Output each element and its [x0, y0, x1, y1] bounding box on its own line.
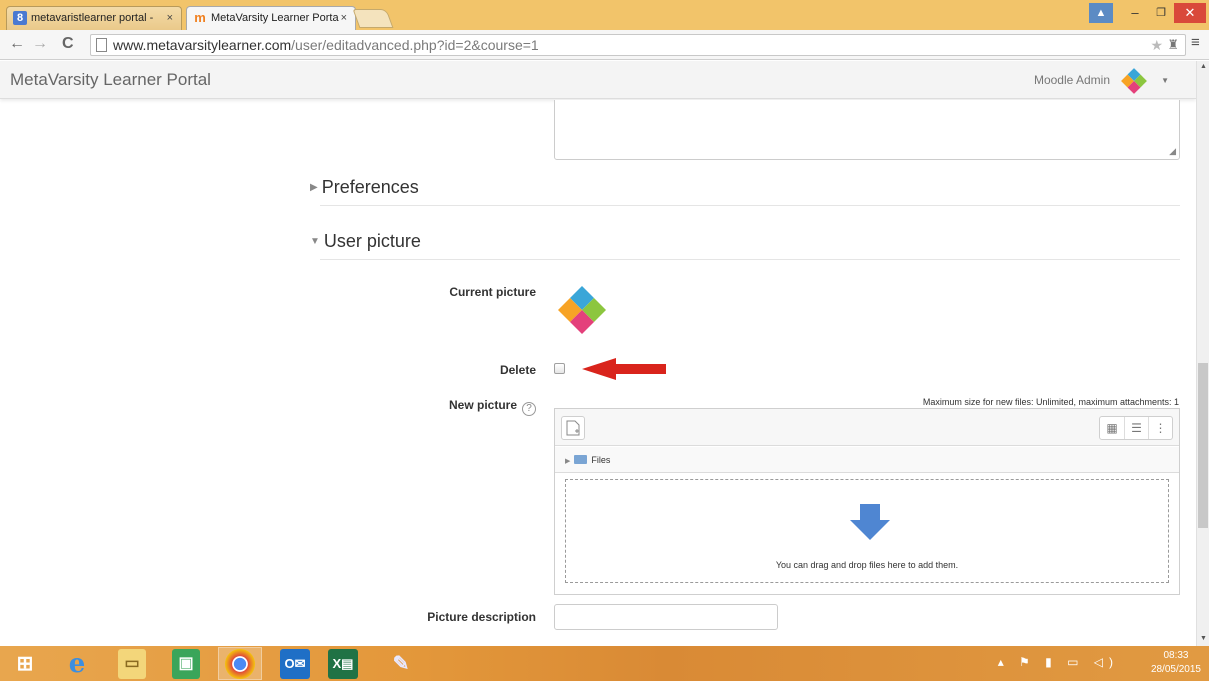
picture-description-label: Picture description — [427, 610, 536, 624]
windows-start-icon[interactable]: ⊞ — [10, 649, 40, 679]
user-avatar-icon[interactable] — [1120, 67, 1148, 95]
system-tray[interactable]: ▴ ⚑ ▮ ▭ ◁) — [998, 655, 1119, 669]
taskbar-clock[interactable]: 08:33 28/05/2015 — [1151, 649, 1201, 677]
current-picture-label: Current picture — [449, 285, 536, 299]
scroll-down-icon[interactable]: ▼ — [1200, 635, 1207, 642]
windows-taskbar: ⊞ e ▭ ▣ O✉ X▤ ✎ ▴ ⚑ ▮ ▭ ◁) 08:33 28/05/2… — [0, 646, 1209, 681]
extension-icon[interactable]: ♜ — [1167, 35, 1179, 55]
add-file-button[interactable] — [561, 416, 585, 440]
close-tab-icon[interactable]: × — [167, 7, 173, 29]
scrollbar-thumb[interactable] — [1198, 363, 1208, 528]
file-picker-toolbar: ▦ ☰ ⋮ — [555, 409, 1179, 446]
bookmark-star-icon[interactable]: ★ — [1150, 35, 1163, 55]
tab-metavarsity-portal[interactable]: m MetaVarsity Learner Porta × — [186, 6, 356, 30]
section-title: Preferences — [321, 177, 419, 197]
reload-icon[interactable]: C — [62, 35, 74, 53]
close-tab-icon[interactable]: × — [341, 7, 347, 29]
red-arrow-annotation — [582, 358, 666, 380]
outlook-icon[interactable]: O✉ — [280, 649, 310, 679]
page-scrollbar[interactable]: ▲ ▼ — [1196, 61, 1209, 646]
tab-label: MetaVarsity Learner Porta — [211, 12, 339, 24]
user-profile-icon[interactable]: ▲ — [1089, 3, 1113, 23]
new-picture-text: New picture — [448, 398, 517, 412]
list-view-icon[interactable]: ☰ — [1124, 417, 1148, 439]
delete-checkbox[interactable] — [554, 363, 565, 374]
browser-titlebar: 8 metavaristlearner portal - × m MetaVar… — [0, 0, 1209, 30]
store-icon[interactable]: ▣ — [172, 649, 200, 679]
chevron-right-icon: ▶ — [310, 182, 318, 193]
delete-label: Delete — [499, 363, 536, 377]
tree-view-icon[interactable]: ⋮ — [1148, 417, 1172, 439]
scroll-up-icon[interactable]: ▲ — [1200, 63, 1207, 70]
chevron-down-icon: ▼ — [310, 236, 320, 247]
section-user-picture[interactable]: ▼ User picture — [310, 231, 421, 252]
site-header: MetaVarsity Learner Portal Moodle Admin … — [0, 61, 1196, 99]
main-content: ◢ ▶ Preferences ▼ User picture Current pic… — [0, 100, 1196, 646]
chevron-down-icon[interactable]: ▼ — [1161, 76, 1169, 85]
file-picker-path[interactable]: ▶ Files — [555, 447, 1179, 473]
file-picker: ▦ ☰ ⋮ ▶ Files You can drag and drop files… — [554, 408, 1180, 595]
chevron-right-icon: ▶ — [565, 458, 571, 465]
clock-time: 08:33 — [1163, 650, 1189, 661]
chrome-icon[interactable] — [225, 649, 255, 679]
tab-metavaristlearner[interactable]: 8 metavaristlearner portal - × — [6, 6, 182, 30]
close-window-button[interactable]: ✕ — [1174, 3, 1206, 23]
internet-explorer-icon[interactable]: e — [62, 649, 92, 679]
address-bar[interactable]: www.metavarsitylearner.com/user/editadva… — [90, 34, 1186, 56]
paint-icon[interactable]: ✎ — [386, 649, 416, 679]
section-preferences[interactable]: ▶ Preferences — [310, 177, 419, 198]
files-folder-label: Files — [591, 455, 611, 465]
current-picture-image — [558, 286, 606, 334]
user-menu-name[interactable]: Moodle Admin — [1034, 73, 1110, 87]
icon-view-icon[interactable]: ▦ — [1100, 417, 1124, 439]
site-name[interactable]: MetaVarsity Learner Portal — [10, 70, 211, 90]
google-icon: 8 — [13, 11, 27, 25]
excel-icon[interactable]: X▤ — [328, 649, 358, 679]
page-icon — [96, 38, 107, 52]
url-host: www.metavarsitylearner.com — [113, 37, 292, 53]
tab-label: metavaristlearner portal - — [31, 12, 154, 24]
new-picture-label: New picture? — [320, 398, 536, 416]
download-arrow-icon — [850, 504, 890, 540]
moodle-icon: m — [194, 10, 206, 25]
file-explorer-icon[interactable]: ▭ — [118, 649, 146, 679]
add-file-icon — [566, 420, 580, 436]
view-switcher: ▦ ☰ ⋮ — [1099, 416, 1173, 440]
section-divider — [320, 205, 1180, 206]
file-drop-zone[interactable]: You can drag and drop files here to add … — [565, 479, 1169, 583]
max-size-info: Maximum size for new files: Unlimited, m… — [922, 397, 1179, 407]
drop-instructions: You can drag and drop files here to add … — [775, 560, 959, 570]
section-divider — [320, 259, 1180, 260]
clock-date: 28/05/2015 — [1150, 664, 1201, 675]
restore-button[interactable]: ❐ — [1148, 3, 1174, 23]
browser-navbar: ← → C www.metavarsitylearner.com/user/ed… — [0, 30, 1209, 60]
new-tab-button[interactable] — [352, 9, 394, 28]
minimize-button[interactable]: – — [1122, 3, 1148, 23]
url-path: /user/editadvanced.php?id=2&course=1 — [291, 37, 539, 53]
help-icon[interactable]: ? — [522, 402, 536, 416]
back-icon[interactable]: ← — [9, 35, 25, 53]
description-textarea[interactable]: ◢ — [554, 100, 1180, 160]
menu-icon[interactable]: ≡ — [1191, 34, 1200, 51]
resize-grip-icon[interactable]: ◢ — [1169, 146, 1176, 157]
picture-description-input[interactable] — [554, 604, 778, 630]
folder-icon — [574, 455, 588, 464]
forward-icon[interactable]: → — [32, 35, 48, 53]
section-title: User picture — [323, 231, 421, 251]
